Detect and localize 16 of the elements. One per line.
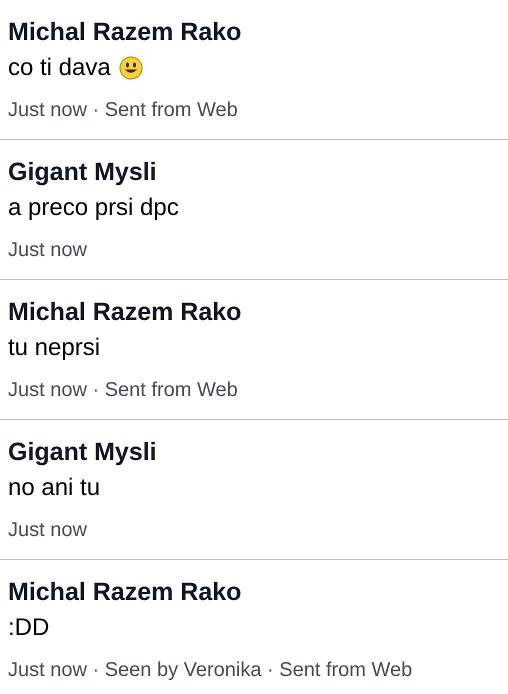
message-text: :DD — [8, 613, 50, 643]
message-meta: Just now — [8, 518, 88, 543]
message-meta: Just now — [8, 238, 88, 263]
message-meta: Just now · Sent from Web — [8, 378, 239, 403]
message-text: co ti dava — [8, 53, 111, 83]
message-text: no ani tu — [8, 473, 100, 503]
message-meta: Just now · Sent from Web — [8, 98, 239, 123]
sender-name: Michal Razem Rako — [8, 297, 242, 328]
message-text: tu neprsi — [8, 333, 100, 363]
sender-name: Gigant Mysli — [8, 157, 158, 188]
sender-name: Gigant Mysli — [8, 437, 158, 468]
sender-name: Michal Razem Rako — [8, 577, 242, 608]
message-meta: Just now · Seen by Veronika · Sent from Web — [8, 658, 414, 683]
sender-name: Michal Razem Rako — [8, 17, 242, 48]
smiley-icon — [118, 56, 143, 80]
message-text: a preco prsi dpc — [8, 193, 179, 223]
